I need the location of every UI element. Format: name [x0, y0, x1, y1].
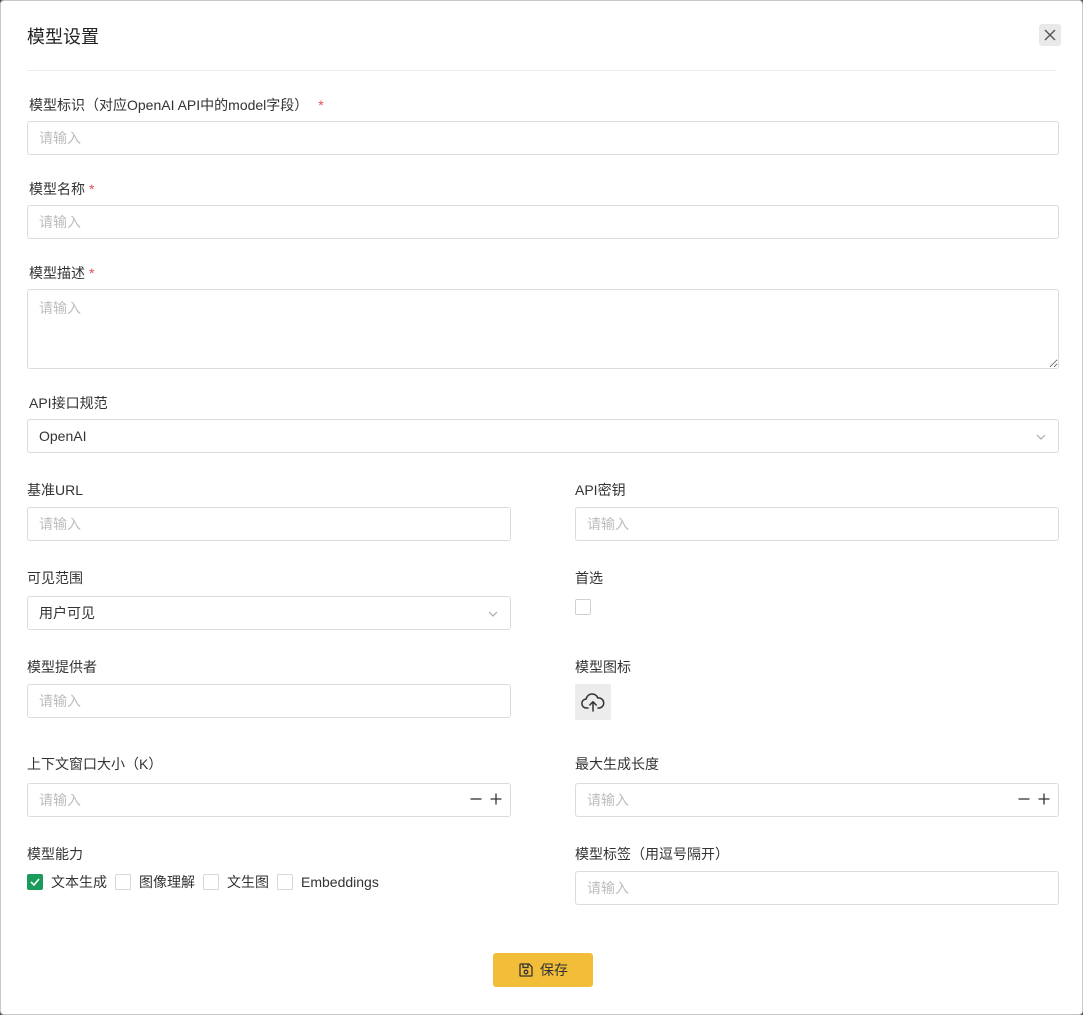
minus-icon: [470, 798, 482, 800]
context-window-input[interactable]: [27, 783, 511, 817]
tags-label: 模型标签（用逗号隔开）: [575, 846, 729, 862]
visibility-select[interactable]: 用户可见: [27, 596, 511, 630]
model-settings-dialog: 模型设置 模型标识（对应OpenAI API中的model字段）* 模型名称* …: [0, 0, 1083, 1015]
capability-text-generation[interactable]: 文本生成: [27, 872, 107, 892]
visibility-label: 可见范围: [27, 570, 83, 586]
preferred-checkbox[interactable]: [575, 599, 591, 615]
dialog-title: 模型设置: [27, 27, 99, 47]
capability-checkbox[interactable]: [203, 874, 219, 890]
capability-image-understanding[interactable]: 图像理解: [115, 872, 195, 892]
model-name-input[interactable]: [27, 205, 1059, 239]
max-gen-length-field: [575, 783, 1059, 817]
model-id-label: 模型标识（对应OpenAI API中的model字段） *: [29, 97, 324, 113]
decrement-button[interactable]: [1018, 791, 1030, 807]
capability-checkbox[interactable]: [277, 874, 293, 890]
context-window-field: [27, 783, 511, 817]
capability-label: 文本生成: [51, 874, 107, 890]
plus-icon: [490, 793, 502, 805]
required-mark: *: [318, 97, 324, 113]
close-icon: [1044, 29, 1056, 41]
max-gen-length-label: 最大生成长度: [575, 756, 659, 772]
save-label: 保存: [540, 962, 568, 978]
visibility-value: 用户可见: [39, 605, 95, 621]
close-button[interactable]: [1039, 24, 1061, 46]
max-gen-length-stepper: [1018, 791, 1050, 807]
base-url-input[interactable]: [27, 507, 511, 541]
header-divider: [27, 70, 1056, 71]
capabilities-label: 模型能力: [27, 846, 83, 862]
increment-button[interactable]: [1038, 791, 1050, 807]
api-key-input[interactable]: [575, 507, 1059, 541]
capability-label: 文生图: [227, 874, 269, 890]
capability-label: Embeddings: [301, 874, 379, 890]
model-id-input[interactable]: [27, 121, 1059, 155]
icon-label: 模型图标: [575, 659, 631, 675]
capability-checkbox[interactable]: [115, 874, 131, 890]
save-icon: [519, 963, 533, 977]
context-window-stepper: [470, 791, 502, 807]
cloud-upload-icon: [581, 693, 605, 712]
api-spec-select[interactable]: OpenAI: [27, 419, 1059, 453]
increment-button[interactable]: [490, 791, 502, 807]
api-spec-label: API接口规范: [29, 395, 108, 411]
api-spec-value: OpenAI: [39, 428, 87, 444]
max-gen-length-input[interactable]: [575, 783, 1059, 817]
save-button[interactable]: 保存: [493, 953, 593, 987]
preferred-label: 首选: [575, 570, 603, 586]
icon-upload-button[interactable]: [575, 684, 611, 720]
provider-input[interactable]: [27, 684, 511, 718]
minus-icon: [1018, 798, 1030, 800]
chevron-down-icon: [488, 611, 498, 617]
decrement-button[interactable]: [470, 791, 482, 807]
capability-embeddings[interactable]: Embeddings: [277, 874, 379, 890]
provider-label: 模型提供者: [27, 659, 97, 675]
required-mark: *: [89, 265, 95, 281]
plus-icon: [1038, 793, 1050, 805]
tags-input[interactable]: [575, 871, 1059, 905]
capabilities-group: 文本生成 图像理解 文生图 Embeddings: [27, 873, 387, 891]
model-name-label: 模型名称 *: [29, 181, 95, 197]
api-key-label: API密钥: [575, 482, 626, 498]
context-window-label: 上下文窗口大小（K）: [27, 756, 163, 772]
chevron-down-icon: [1036, 434, 1046, 440]
base-url-label: 基准URL: [27, 482, 84, 498]
checkmark-icon: [30, 878, 40, 887]
capability-text-to-image[interactable]: 文生图: [203, 872, 269, 892]
capability-checkbox[interactable]: [27, 874, 43, 890]
model-desc-label: 模型描述 *: [29, 265, 95, 281]
required-mark: *: [89, 181, 95, 197]
model-desc-textarea[interactable]: [27, 289, 1059, 369]
capability-label: 图像理解: [139, 874, 195, 890]
